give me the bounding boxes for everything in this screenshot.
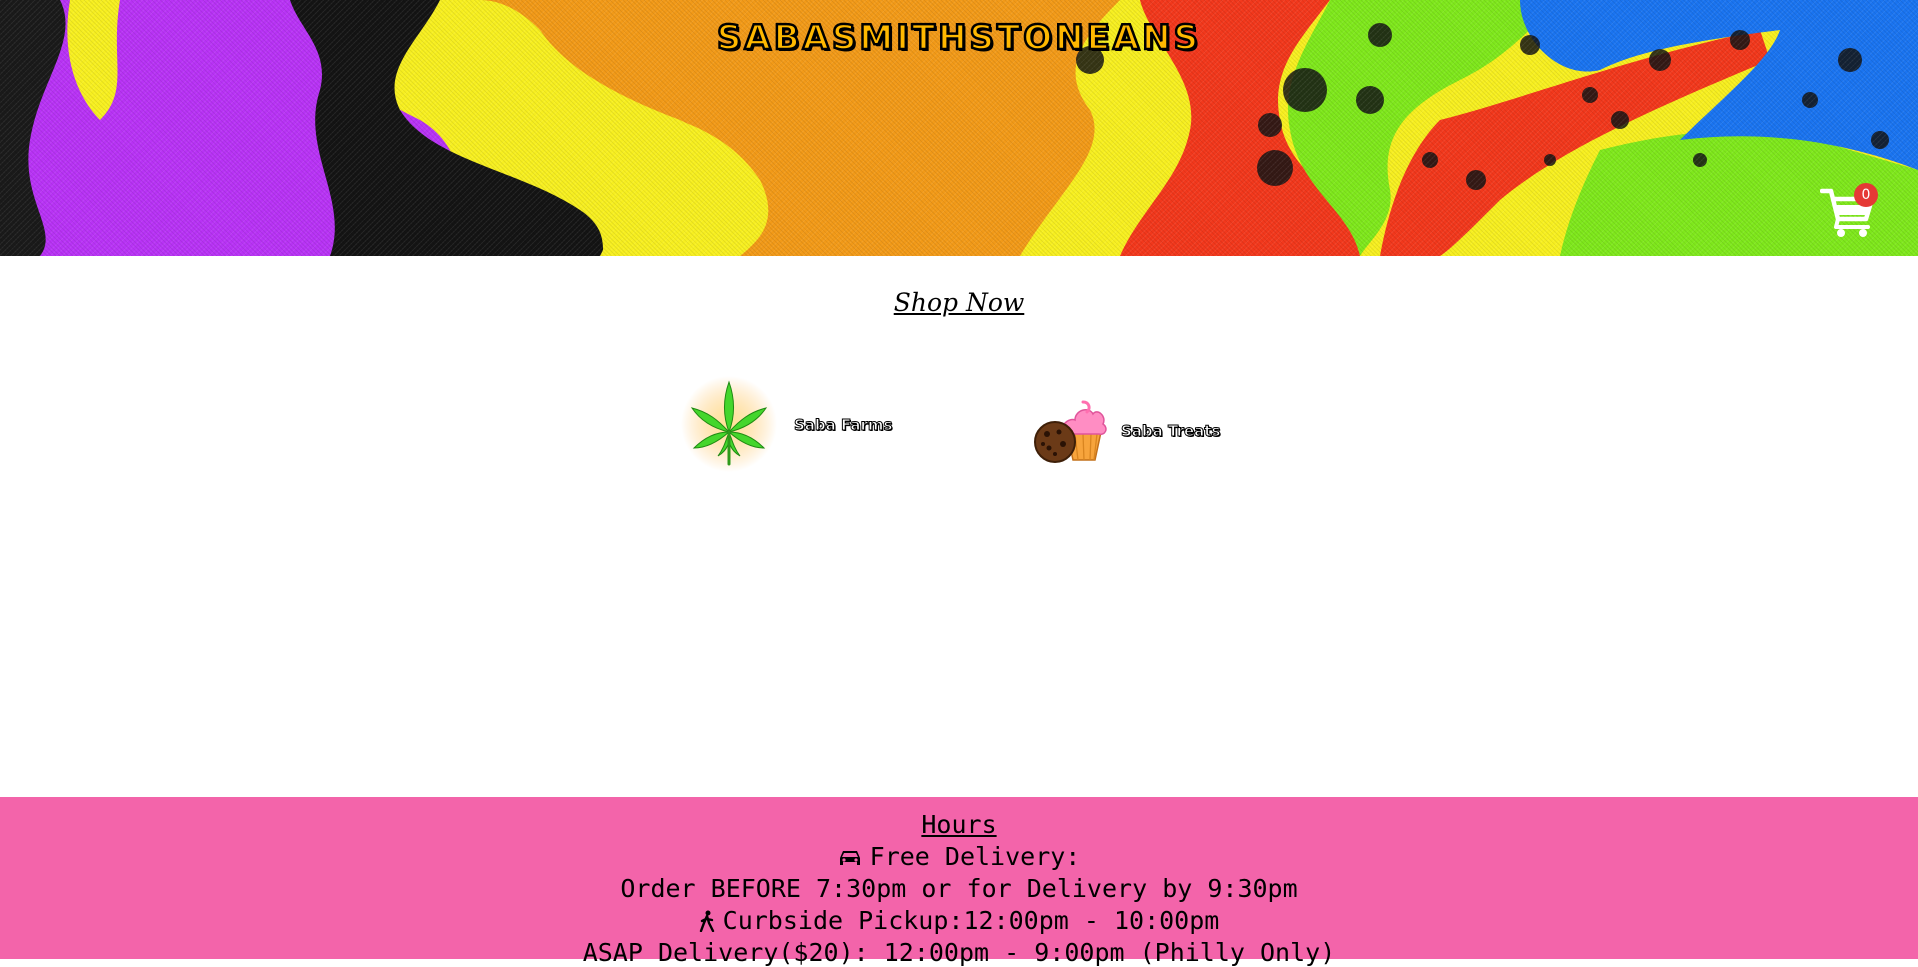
cart-count-badge: 0 — [1854, 183, 1878, 207]
walking-person-icon — [699, 910, 714, 932]
asap-delivery-text: ASAP Delivery($20): 12:00pm - 9:00pm (Ph… — [582, 938, 1336, 967]
site-title[interactable]: SABASMITHSTONEANS — [0, 17, 1918, 60]
car-icon — [839, 851, 860, 865]
category-saba-farms[interactable]: Saba Farms — [678, 374, 893, 476]
cupcake-cookie-icon — [1034, 400, 1107, 463]
category-saba-treats[interactable]: Saba Treats — [1033, 398, 1221, 464]
category-label-saba-farms[interactable]: Saba Farms — [793, 416, 892, 435]
cannabis-leaf-icon — [681, 376, 777, 472]
hours-title: Hours — [921, 810, 997, 839]
hero-banner: SABASMITHSTONEANS 0 — [0, 0, 1918, 256]
free-delivery-line: Free Delivery: — [0, 842, 1918, 871]
curbside-text: Curbside Pickup:12:00pm - 10:00pm — [722, 906, 1220, 935]
order-before-text: Order BEFORE 7:30pm or for Delivery by 9… — [620, 874, 1298, 903]
shop-now-link[interactable]: Shop Now — [0, 288, 1918, 317]
category-label-saba-treats[interactable]: Saba Treats — [1120, 422, 1220, 441]
hours-footer: Hours Free Delivery: Order BEFORE 7:30pm… — [0, 797, 1918, 967]
curbside-line: Curbside Pickup:12:00pm - 10:00pm — [0, 906, 1918, 935]
free-delivery-label: Free Delivery: — [869, 842, 1081, 871]
